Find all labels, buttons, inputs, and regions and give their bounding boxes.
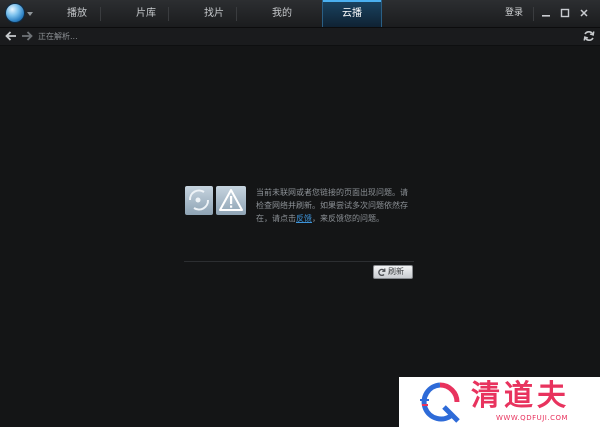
error-line: 在，请点击反馈，来反馈您的问题。 — [256, 212, 418, 225]
error-message: 当前未联网或者您链接的页面出现问题。请 检查网络并刷新。如果尝试多次问题依然存 … — [256, 186, 418, 225]
close-icon[interactable] — [578, 7, 590, 19]
tab-library[interactable]: 片库 — [124, 0, 168, 27]
error-line: 检查网络并刷新。如果尝试多次问题依然存 — [256, 201, 408, 210]
restore-icon[interactable] — [559, 7, 571, 19]
tab-separator — [236, 7, 237, 21]
refresh-label: 刷新 — [388, 267, 404, 276]
watermark-url: WWW.QDFUJI.COM — [496, 414, 569, 422]
disconnected-page-icon — [185, 186, 213, 215]
nav-bar: 正在解析... — [0, 28, 600, 46]
feedback-link[interactable]: 反馈 — [296, 214, 312, 223]
forward-arrow-icon[interactable] — [20, 29, 34, 43]
error-text-post: ，来反馈您的问题。 — [312, 214, 384, 223]
minimize-icon[interactable] — [540, 7, 552, 19]
watermark-logo-icon — [420, 382, 460, 423]
tab-mine[interactable]: 我的 — [260, 0, 304, 27]
reload-icon[interactable] — [582, 29, 596, 43]
app-logo-icon[interactable] — [6, 4, 24, 22]
tab-separator — [100, 7, 101, 21]
tab-separator — [168, 7, 169, 21]
warning-icon — [216, 186, 246, 215]
menu-dropdown-icon[interactable] — [27, 12, 33, 16]
login-button[interactable]: 登录 — [505, 0, 523, 27]
tab-cloud-play[interactable]: 云播 — [322, 0, 382, 27]
error-line: 当前未联网或者您链接的页面出现问题。请 — [256, 188, 408, 197]
refresh-icon — [378, 268, 386, 277]
tab-play[interactable]: 播放 — [55, 0, 99, 27]
tab-find[interactable]: 找片 — [192, 0, 236, 27]
watermark-title: 清道夫 — [471, 378, 571, 412]
back-arrow-icon[interactable] — [4, 29, 18, 43]
watermark: 清道夫 WWW.QDFUJI.COM — [399, 377, 600, 427]
loading-status: 正在解析... — [38, 32, 78, 41]
error-text-pre: 在，请点击 — [256, 214, 296, 223]
refresh-button[interactable]: 刷新 — [373, 265, 413, 279]
title-bar: 播放 片库 找片 我的 云播 登录 — [0, 0, 600, 28]
divider — [184, 261, 414, 262]
title-separator — [533, 7, 534, 21]
